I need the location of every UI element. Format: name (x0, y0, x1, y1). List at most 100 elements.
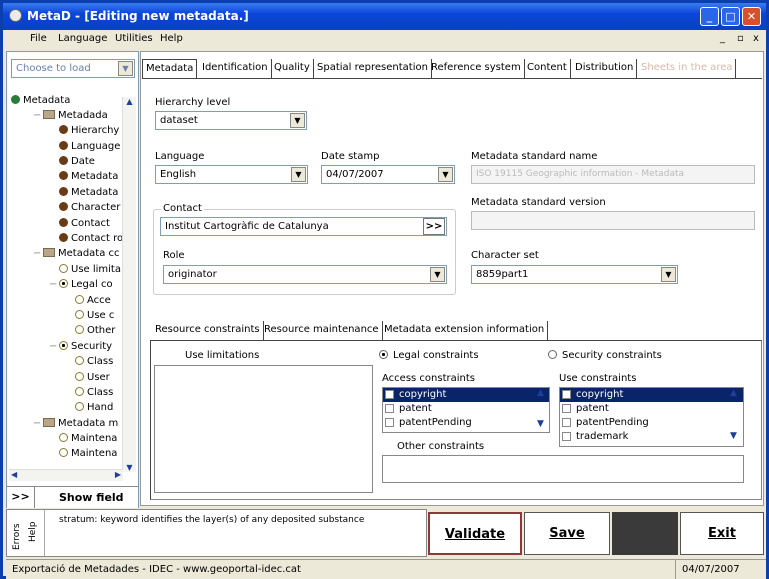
tree-hscrollbar[interactable]: ◀ ▶ (9, 469, 123, 481)
tree-item[interactable]: − Metadata m (33, 417, 118, 431)
list-item[interactable]: copyright (560, 388, 743, 402)
radio-icon (59, 341, 68, 350)
language-value: English (160, 169, 197, 180)
tab-reference-system[interactable]: Reference system (428, 59, 525, 79)
errors-tab[interactable]: Errors (12, 523, 22, 550)
tree-item[interactable]: Class (65, 355, 113, 369)
hierarchy-level-select[interactable]: dataset ▼ (155, 111, 307, 130)
tree-item[interactable]: Class (65, 386, 113, 400)
tab-quality[interactable]: Quality (271, 59, 314, 79)
tab-sheets-in-area[interactable]: Sheets in the area (638, 59, 737, 79)
character-set-label: Character set (471, 250, 539, 261)
checkbox-icon[interactable] (385, 404, 394, 413)
list-item[interactable]: patent (560, 402, 743, 416)
security-constraints-radio[interactable]: Security constraints (548, 350, 662, 361)
tree-item[interactable]: Hierarchy le (49, 124, 131, 138)
character-set-select[interactable]: 8859part1 ▼ (471, 265, 678, 284)
access-scroll-down-icon[interactable]: ▼ (537, 419, 544, 429)
contact-field[interactable]: Institut Cartogràfic de Catalunya (160, 217, 447, 236)
mdi-restore-button[interactable]: ▫ (737, 33, 744, 44)
tree-connector-icon: − (33, 248, 42, 259)
mdi-close-button[interactable]: x (753, 33, 759, 44)
subtab-resource-maintenance[interactable]: Resource maintenance (261, 321, 383, 341)
list-item[interactable]: trademark (560, 430, 743, 444)
access-scroll-up-icon[interactable]: ▲ (537, 388, 544, 398)
tree-item[interactable]: Acce (65, 294, 111, 308)
language-select[interactable]: English ▼ (155, 165, 308, 184)
scroll-left-icon[interactable]: ◀ (11, 470, 17, 479)
validate-button[interactable]: Validate (428, 512, 522, 555)
save-button[interactable]: Save (524, 512, 610, 555)
choose-to-load-select[interactable]: Choose to load ▼ (11, 59, 135, 78)
scroll-up-icon[interactable]: ▲ (123, 97, 136, 106)
tab-metadata[interactable]: Metadata (142, 59, 198, 79)
legal-constraints-radio[interactable]: Legal constraints (379, 350, 479, 361)
tree-item[interactable]: Language (49, 140, 120, 154)
folder-icon (43, 248, 55, 257)
checkbox-icon[interactable] (562, 432, 571, 441)
tree-item[interactable]: Contact (49, 217, 110, 231)
menu-utilities[interactable]: Utilities (115, 33, 153, 44)
tree-item[interactable]: − Security (49, 340, 112, 354)
tab-identification[interactable]: Identification (199, 59, 272, 79)
use-limitations-textarea[interactable] (154, 365, 373, 493)
checkbox-icon[interactable] (385, 418, 394, 427)
tree-item[interactable]: Maintena (49, 432, 117, 446)
hierarchy-level-label: Hierarchy level (155, 97, 231, 108)
checkbox-icon[interactable] (562, 404, 571, 413)
list-item[interactable]: copyright (383, 388, 549, 402)
tree-item[interactable]: Use c (65, 309, 114, 323)
chevron-down-icon: ▼ (438, 167, 453, 182)
checkbox-icon[interactable] (385, 390, 394, 399)
help-tab[interactable]: Help (28, 521, 38, 542)
date-stamp-select[interactable]: 04/07/2007 ▼ (321, 165, 455, 184)
subtab-resource-constraints[interactable]: Resource constraints (152, 321, 264, 341)
tree-item[interactable]: Other (65, 324, 115, 338)
tree-item[interactable]: − Metadata cc (33, 247, 120, 261)
tab-content[interactable]: Content (524, 59, 571, 79)
checkbox-icon[interactable] (562, 390, 571, 399)
list-item[interactable]: patentPending (383, 416, 549, 430)
tree-item[interactable]: Maintena (49, 447, 117, 461)
tree-item[interactable]: Use limita (49, 263, 121, 277)
minimize-button[interactable]: _ (700, 7, 719, 26)
menu-help[interactable]: Help (160, 33, 183, 44)
list-item[interactable]: patentPending (560, 416, 743, 430)
use-constraints-list[interactable]: copyright patent patentPending trademark (559, 387, 744, 447)
tree-scrollbar[interactable]: ▲ ▼ (122, 97, 136, 472)
tree-item[interactable]: Hand (65, 401, 113, 415)
tree-item[interactable]: Date (49, 155, 95, 169)
menu-bar: File Language Utilities Help _ ▫ x (3, 30, 766, 49)
access-constraints-list[interactable]: copyright patent patentPending (382, 387, 550, 433)
checkbox-icon[interactable] (562, 418, 571, 427)
metadata-standard-name-field[interactable]: ISO 19115 Geographic information - Metad… (471, 165, 755, 184)
menu-language[interactable]: Language (58, 33, 107, 44)
use-scroll-up-icon[interactable]: ▲ (730, 388, 737, 398)
tree-item-label: Metadata cc (58, 248, 120, 259)
tree-item-label: Date (71, 156, 95, 167)
maximize-button[interactable]: □ (721, 7, 740, 26)
exit-button[interactable]: Exit (680, 512, 764, 555)
list-item[interactable]: patent (383, 402, 549, 416)
tree-item[interactable]: User (65, 371, 110, 385)
tree-item[interactable]: − Metadada (33, 109, 108, 123)
tree-item[interactable]: − Legal co (49, 278, 113, 292)
expand-button[interactable]: >> (7, 487, 35, 508)
menu-file[interactable]: File (30, 33, 47, 44)
role-select[interactable]: originator ▼ (163, 265, 447, 284)
metadata-standard-version-field[interactable] (471, 211, 755, 230)
scroll-right-icon[interactable]: ▶ (115, 470, 121, 479)
use-scroll-down-icon[interactable]: ▼ (730, 431, 737, 441)
scroll-down-icon[interactable]: ▼ (123, 463, 136, 472)
tree-item[interactable]: Metadata (11, 94, 71, 108)
subtab-metadata-extension[interactable]: Metadata extension information (381, 321, 549, 341)
show-field-button[interactable]: Show field (59, 491, 124, 504)
mdi-minimize-button[interactable]: _ (720, 33, 725, 44)
contact-picker-button[interactable]: >> (423, 218, 445, 235)
tab-distribution[interactable]: Distribution (572, 59, 638, 79)
tree-item[interactable]: Contact role (49, 232, 132, 246)
close-button[interactable]: ✕ (742, 7, 761, 26)
other-constraints-field[interactable] (382, 455, 744, 483)
tab-spatial-representation[interactable]: Spatial representation (314, 59, 432, 79)
status-bar: Exportació de Metadades - IDEC - www.geo… (6, 559, 766, 579)
